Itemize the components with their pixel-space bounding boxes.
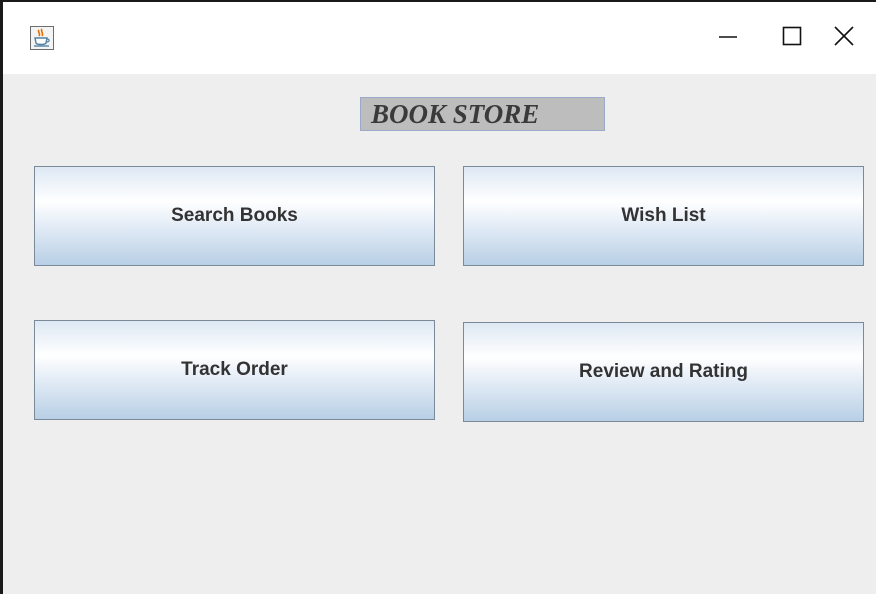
title-bar[interactable] xyxy=(3,2,876,74)
minimize-icon xyxy=(718,26,738,51)
close-button[interactable] xyxy=(812,2,876,74)
wish-list-label: Wish List xyxy=(621,205,706,226)
review-and-rating-button[interactable]: Review and Rating xyxy=(463,322,864,422)
close-icon xyxy=(834,25,854,51)
maximize-icon xyxy=(782,26,802,51)
java-coffee-cup-icon[interactable] xyxy=(30,26,54,50)
content-panel: BOOK STORE Search Books Wish List Track … xyxy=(3,74,876,594)
wish-list-button[interactable]: Wish List xyxy=(463,166,864,266)
search-books-button[interactable]: Search Books xyxy=(34,166,435,266)
track-order-label: Track Order xyxy=(181,359,288,380)
track-order-button[interactable]: Track Order xyxy=(34,320,435,420)
page-title: BOOK STORE xyxy=(360,97,605,131)
app-window: BOOK STORE Search Books Wish List Track … xyxy=(0,0,876,594)
review-and-rating-label: Review and Rating xyxy=(579,361,748,382)
search-books-label: Search Books xyxy=(171,205,298,226)
minimize-button[interactable] xyxy=(696,2,760,74)
